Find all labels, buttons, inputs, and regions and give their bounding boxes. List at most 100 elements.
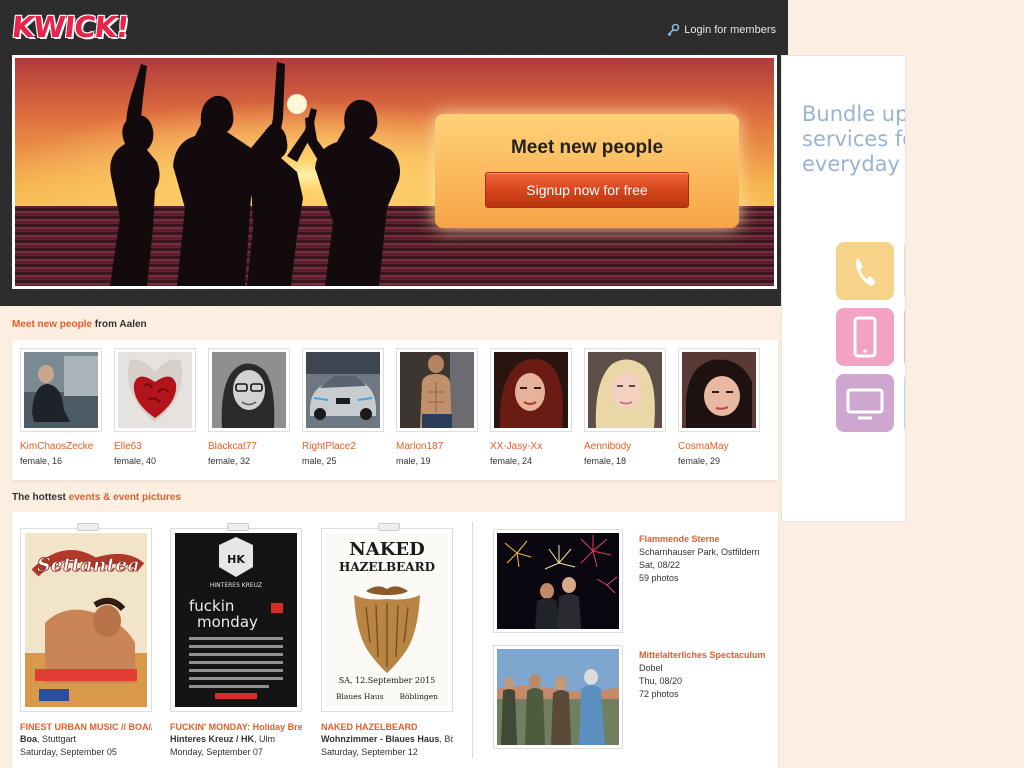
person-card[interactable]: Marlon187 male, 19 <box>396 348 482 466</box>
gallery-thumbnail[interactable] <box>493 529 623 633</box>
person-card[interactable]: KimChaosZecke female, 16 <box>20 348 106 466</box>
side-advertisement[interactable]: Bundle up services for everyday p <box>781 55 906 522</box>
poster-clip <box>378 523 400 531</box>
gallery-place: Dobel <box>639 663 663 673</box>
person-card[interactable]: XX-Jasy-Xx female, 24 <box>490 348 576 466</box>
person-photo[interactable] <box>20 348 102 432</box>
event-city: , Stuttgart <box>37 734 77 744</box>
cropped-icon <box>904 308 905 366</box>
people-title-rest: from Aalen <box>92 319 147 330</box>
person-name[interactable]: Blackcat77 <box>208 441 294 452</box>
person-card[interactable]: CosmaMay female, 29 <box>678 348 764 466</box>
person-info: female, 29 <box>678 456 721 466</box>
people-card: KimChaosZecke female, 16 Elle63 female, … <box>12 340 778 480</box>
person-name[interactable]: RightPlace2 <box>302 441 388 452</box>
gallery-thumbnail[interactable] <box>493 645 623 749</box>
person-card[interactable]: RightPlace2 male, 25 <box>302 348 388 466</box>
ad-line-2: services for <box>802 127 905 151</box>
event-title[interactable]: FUCKIN' MONDAY: Holiday Break <box>170 722 302 732</box>
event-poster[interactable]: HK HINTERES KREUZ fuckin monday <box>170 523 302 712</box>
event-date: Monday, September 07 <box>170 747 263 757</box>
events-title-highlight[interactable]: events & event pictures <box>69 492 181 503</box>
cta-title: Meet new people <box>510 137 664 158</box>
person-name[interactable]: KimChaosZecke <box>20 441 106 452</box>
event-poster-image: NAKED HAZELBEARD SA, 12.September 2015 B… <box>326 533 448 707</box>
gallery-date: Sat, 08/22 <box>639 560 681 570</box>
event-place: Boa, Stuttgart <box>20 734 152 744</box>
person-photo-image <box>682 352 756 428</box>
cropped-icon <box>904 374 905 432</box>
event-item[interactable]: HK HINTERES KREUZ fuckin monday FUCKIN' … <box>170 523 302 757</box>
events-divider <box>472 522 473 758</box>
signup-cta-box: Meet new people Signup now for free <box>435 114 739 228</box>
gallery-info: Flammende Sterne Scharnhauser Park, Ostf… <box>639 533 773 585</box>
poster2-sub: HINTERES KREUZ <box>210 582 262 589</box>
gallery-title[interactable]: Mittelalterliches Spectaculum <box>639 649 773 662</box>
poster1-title: Settantea <box>37 554 140 576</box>
person-name[interactable]: Marlon187 <box>396 441 482 452</box>
event-place: Hinteres Kreuz / HK, Ulm <box>170 734 302 744</box>
person-photo[interactable] <box>490 348 572 432</box>
person-photo[interactable] <box>208 348 290 432</box>
person-photo-image <box>400 352 474 428</box>
person-name[interactable]: CosmaMay <box>678 441 764 452</box>
tv-icon <box>836 374 894 432</box>
event-poster[interactable]: Settantea <box>20 523 152 712</box>
person-photo-image <box>212 352 286 428</box>
poster2-main2: monday <box>197 613 258 631</box>
key-icon <box>667 23 680 37</box>
event-venue: Boa <box>20 734 38 744</box>
person-info: female, 24 <box>490 456 533 466</box>
event-city: , Ulm <box>254 734 276 744</box>
event-poster[interactable]: NAKED HAZELBEARD SA, 12.September 2015 B… <box>321 523 453 712</box>
login-link[interactable]: Login for members <box>666 23 776 37</box>
poster3-place1: Blaues Haus <box>336 692 384 701</box>
person-photo[interactable] <box>678 348 760 432</box>
poster2-badge: HK <box>227 553 245 566</box>
login-label[interactable]: Login for members <box>684 24 776 36</box>
people-section-title: Meet new people from Aalen <box>12 319 147 330</box>
phone-icon <box>836 242 894 300</box>
person-photo-image <box>588 352 662 428</box>
poster-clip <box>227 523 249 531</box>
person-photo-image <box>494 352 568 428</box>
person-photo[interactable] <box>396 348 478 432</box>
person-photo-image <box>306 352 380 428</box>
ad-line-3: everyday p <box>802 152 905 176</box>
kwick-logo[interactable]: KWICK! <box>10 10 130 44</box>
mobile-phone-icon <box>836 308 894 366</box>
event-date: Saturday, September 05 <box>20 747 117 757</box>
person-photo[interactable] <box>114 348 196 432</box>
event-item[interactable]: Settantea FINEST URBAN MUSIC // BOA// Bo… <box>20 523 152 757</box>
person-card[interactable]: Elle63 female, 40 <box>114 348 200 466</box>
person-info: female, 18 <box>584 456 627 466</box>
person-info: male, 25 <box>302 456 337 466</box>
gallery-item[interactable]: Mittelalterliches Spectaculum Dobel Thu,… <box>493 645 773 749</box>
person-photo[interactable] <box>302 348 384 432</box>
ad-headline: Bundle up services for everyday p <box>802 102 906 177</box>
event-city: , Böblingen <box>439 734 453 744</box>
event-item[interactable]: NAKED HAZELBEARD SA, 12.September 2015 B… <box>321 523 453 757</box>
gallery-photo-count: 59 photos <box>639 573 679 583</box>
person-card[interactable]: Blackcat77 female, 32 <box>208 348 294 466</box>
person-name[interactable]: Elle63 <box>114 441 200 452</box>
person-card[interactable]: Aennibody female, 18 <box>584 348 670 466</box>
header: KWICK! Login for members Meet new people… <box>0 0 788 306</box>
ad-line-1: Bundle up <box>802 102 906 126</box>
events-card: Settantea FINEST URBAN MUSIC // BOA// Bo… <box>12 512 778 768</box>
event-title[interactable]: NAKED HAZELBEARD <box>321 722 453 732</box>
event-poster-image: HK HINTERES KREUZ fuckin monday <box>175 533 297 707</box>
gallery-item[interactable]: Flammende Sterne Scharnhauser Park, Ostf… <box>493 529 773 633</box>
person-info: female, 32 <box>208 456 251 466</box>
people-title-highlight[interactable]: Meet new people <box>12 319 92 330</box>
gallery-title[interactable]: Flammende Sterne <box>639 533 773 546</box>
gallery-info: Mittelalterliches Spectaculum Dobel Thu,… <box>639 649 773 701</box>
event-title[interactable]: FINEST URBAN MUSIC // BOA// <box>20 722 152 732</box>
events-section-title: The hottest events & event pictures <box>12 492 181 503</box>
signup-button[interactable]: Signup now for free <box>485 172 689 208</box>
person-name[interactable]: Aennibody <box>584 441 670 452</box>
person-photo-image <box>118 352 192 428</box>
person-name[interactable]: XX-Jasy-Xx <box>490 441 576 452</box>
person-photo[interactable] <box>584 348 666 432</box>
person-info: male, 19 <box>396 456 431 466</box>
